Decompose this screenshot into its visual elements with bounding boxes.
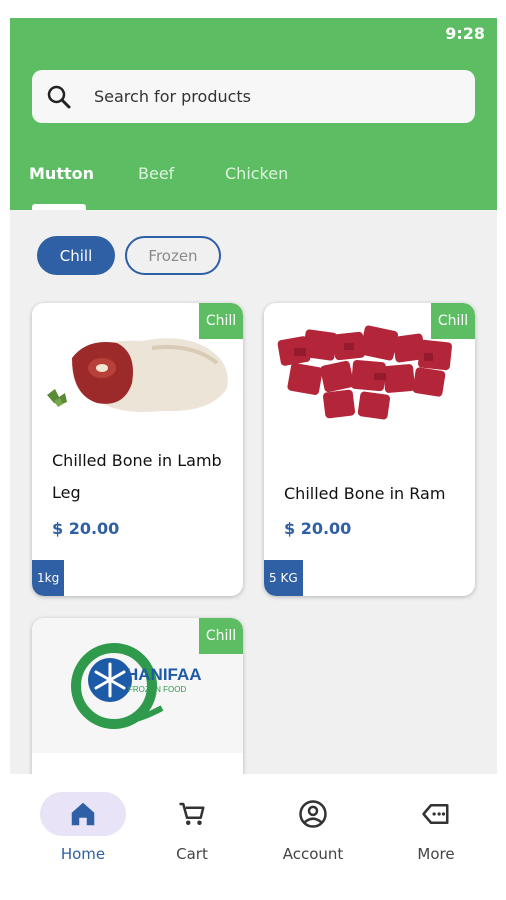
nav-label-more: More [417,845,455,863]
more-icon [422,804,449,824]
nav-cart[interactable]: Cart [147,792,237,863]
account-icon [299,800,327,828]
nav-more[interactable]: More [391,792,481,863]
search-bar[interactable] [32,70,475,123]
bottom-navigation: Home Cart Account More [10,774,497,888]
product-card[interactable]: HANIFAA FROZEN FOOD Chill [32,618,243,788]
logo-text-hanifaa: HANIFAA [126,665,202,684]
product-price: $ 20.00 [284,519,352,538]
logo-text-frozen-food: FROZEN FOOD [128,685,186,694]
product-name: Chilled Bone in Ram [284,484,446,503]
tab-beef[interactable]: Beef [138,164,174,183]
nav-label-cart: Cart [176,845,208,863]
badge-chill: Chill [431,303,475,339]
nav-label-home: Home [60,845,106,863]
tab-mutton[interactable]: Mutton [29,164,94,183]
cart-icon [179,802,205,825]
product-name: Chilled Bone in Lamb Leg [52,451,222,502]
app-screen: 9:28 Mutton Beef Chicken Chill Frozen [10,18,497,888]
quantity-badge: 1kg [32,560,65,596]
filter-chip-frozen[interactable]: Frozen [125,236,221,275]
search-icon [47,85,71,108]
product-card[interactable]: Chill Chilled Bone in Ram $ 20.00 5 KG [264,303,475,596]
quantity-badge: 5 KG [264,560,303,596]
search-input[interactable] [94,87,434,106]
nav-account[interactable]: Account [268,792,358,863]
header: 9:28 Mutton Beef Chicken [10,18,497,210]
tab-chicken[interactable]: Chicken [225,164,288,183]
product-card[interactable]: Chill Chilled Bone in Lamb Leg $ 20.00 1… [32,303,243,596]
home-icon [71,802,95,826]
badge-chill: Chill [199,303,243,339]
badge-chill: Chill [199,618,243,654]
status-time: 9:28 [445,24,485,43]
tab-indicator [32,204,86,210]
nav-home[interactable]: Home [24,792,142,863]
nav-label-account: Account [282,845,344,863]
filter-chip-chill[interactable]: Chill [37,236,115,275]
product-price: $ 20.00 [52,519,120,538]
